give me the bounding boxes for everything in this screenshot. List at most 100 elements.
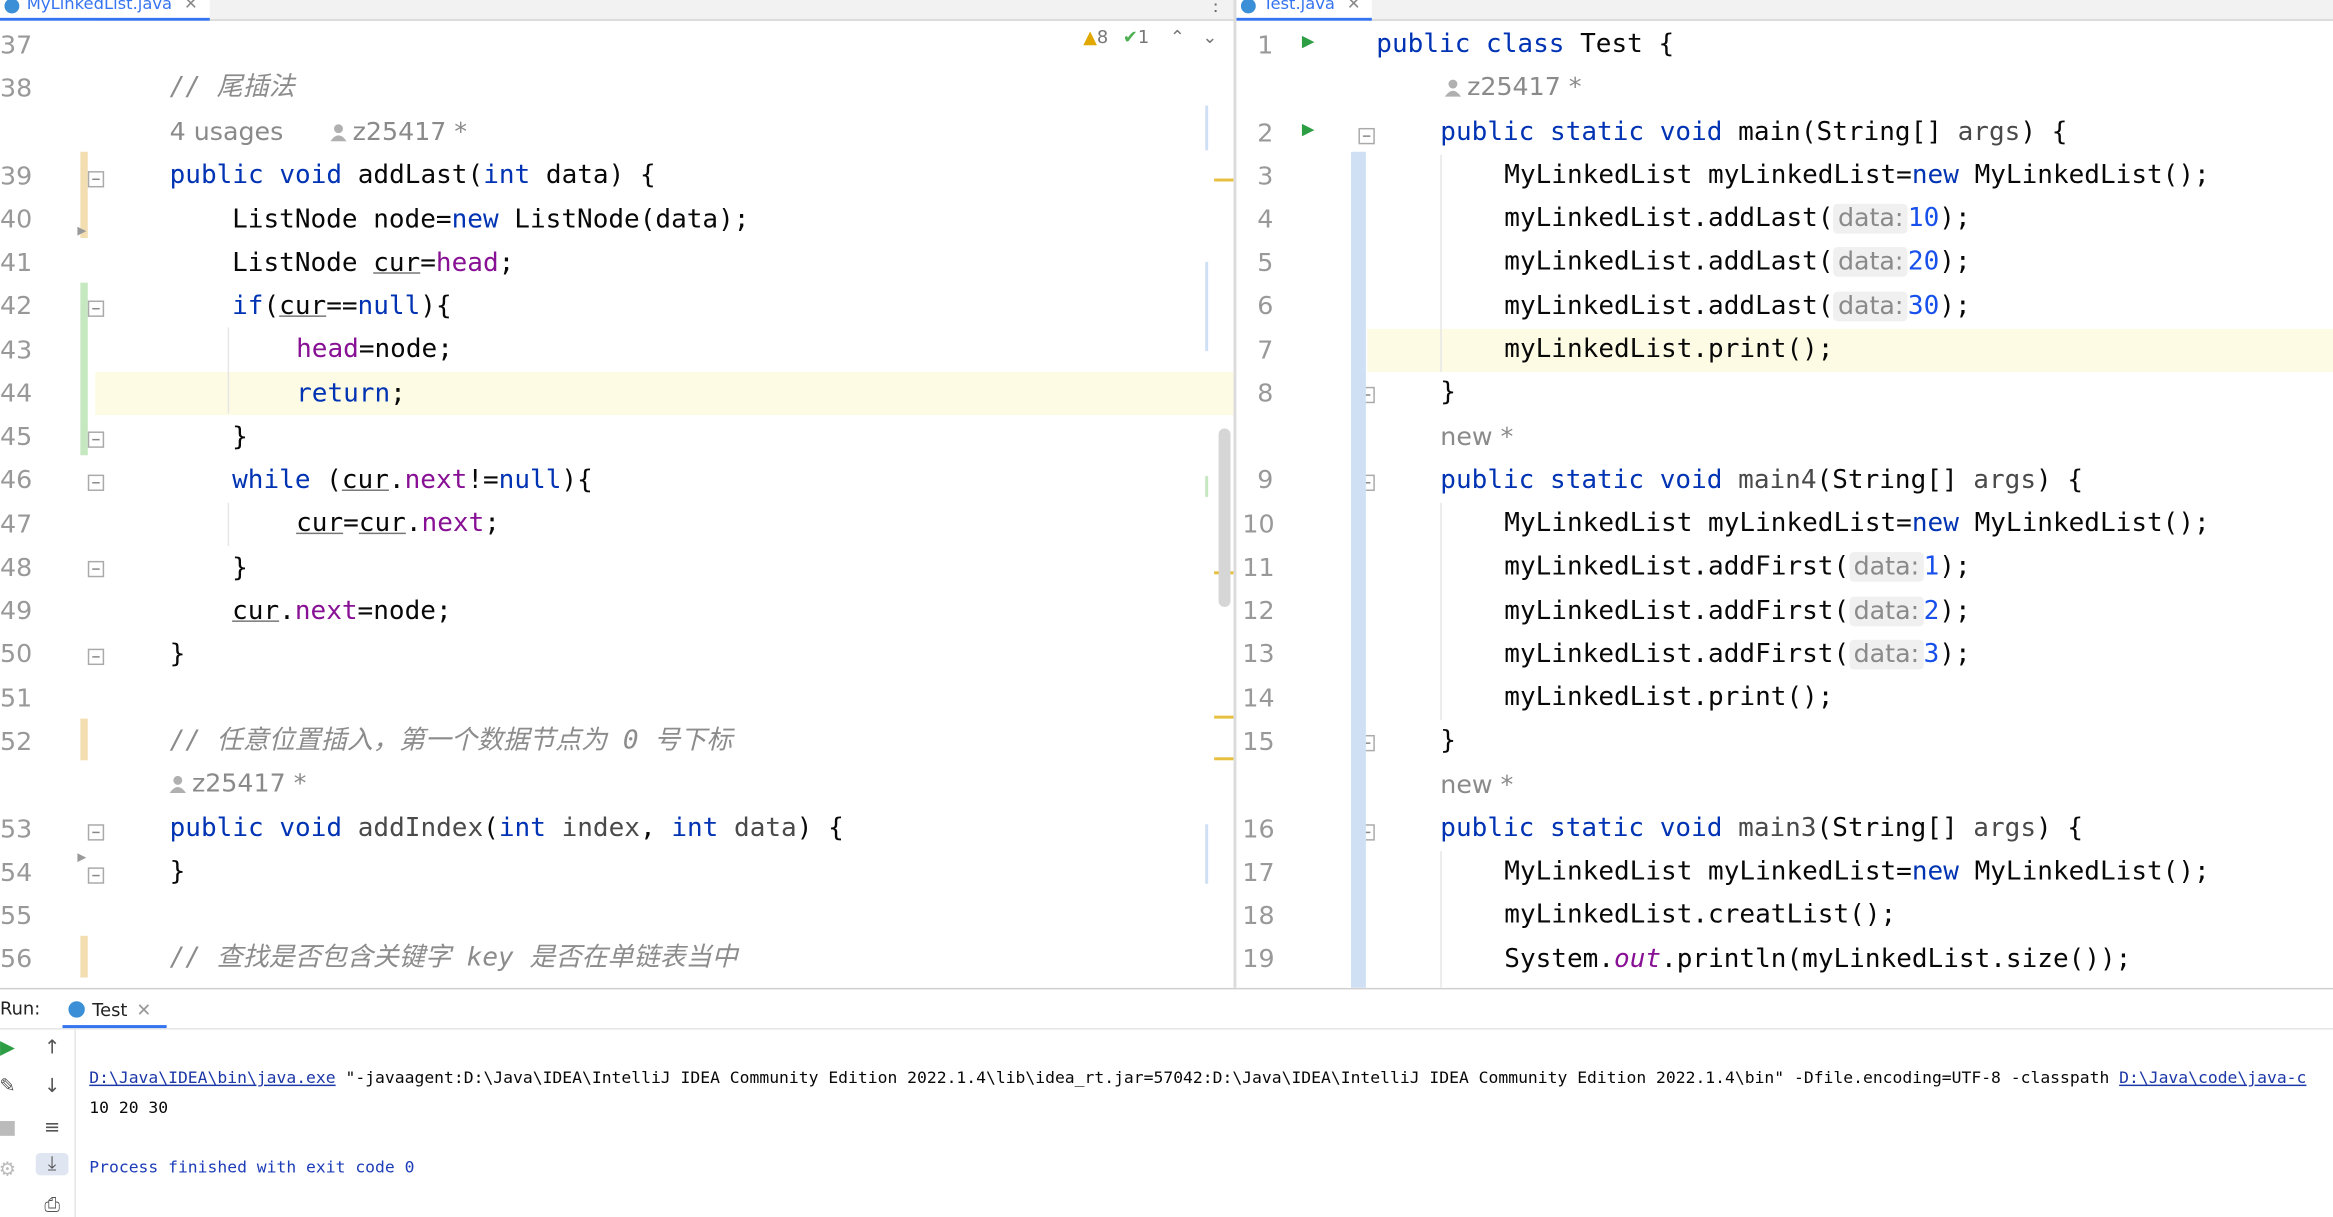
run-class-icon[interactable]: ▶	[1302, 30, 1315, 54]
java-exe-link[interactable]: D:\Java\IDEA\bin\java.exe	[89, 1068, 335, 1087]
run-toolbar: ▶ ↑ ✎ ↓ ■ ≡ ⚙ ⤓ ⎙	[0, 1028, 76, 1217]
fold-icon[interactable]	[87, 824, 105, 841]
collapsed-arrow-icon[interactable]: ▶	[77, 850, 86, 866]
vertical-scrollbar[interactable]	[1218, 428, 1231, 608]
scroll-marker	[1214, 757, 1234, 761]
close-tab-icon[interactable]: ✕	[136, 1000, 151, 1021]
stop-icon[interactable]: ■	[0, 1117, 21, 1139]
fold-icon[interactable]	[87, 648, 105, 666]
ide-window: MyLinkedList.java ✕ ⋮ Test.java ✕ 37 38 39…	[0, 0, 2333, 1217]
scroll-to-end-icon[interactable]: ⤓	[35, 1153, 69, 1176]
prev-highlight-icon[interactable]: ⌃	[1170, 27, 1185, 48]
user-icon	[330, 124, 347, 142]
code-line-41: ListNode cur=head;	[232, 248, 515, 279]
usages-hint[interactable]: 4 usages z25417 *	[170, 112, 467, 155]
inspection-widget[interactable]: ▲8 ✔1 ⌃ ⌄	[1083, 27, 1217, 48]
param-hint: data:	[1833, 203, 1908, 234]
fold-icon[interactable]	[87, 560, 105, 578]
code-area[interactable]: public class Test { z25417 * public stat…	[1376, 21, 2328, 988]
left-editor[interactable]: 37 38 39 40 41 42 43 44 45 46 47 48 49 5…	[0, 20, 1234, 988]
code-line-44: return;	[296, 379, 406, 410]
console-output[interactable]: D:\Java\IDEA\bin\java.exe "-javaagent:D:…	[89, 1034, 2306, 1183]
fold-icon[interactable]	[87, 867, 105, 884]
close-tab-icon[interactable]: ✕	[184, 0, 198, 13]
next-highlight-icon[interactable]: ⌄	[1202, 27, 1217, 48]
fold-icon[interactable]	[87, 431, 105, 448]
run-tool-window: Run: Test ✕ ▶ ↑ ✎ ↓ ■ ≡ ⚙ ⤓ ⎙ D:\Java\IDE…	[0, 987, 2333, 1217]
code-line-6: myLinkedList.addLast(data: 30);	[1504, 291, 1971, 322]
vcs-stripe	[1351, 151, 1366, 988]
fold-icon[interactable]	[87, 171, 105, 188]
classpath-link[interactable]: D:\Java\code\java-c	[2119, 1068, 2306, 1087]
code-line-42: if(cur==null){	[232, 291, 452, 322]
fold-icon[interactable]	[87, 300, 105, 317]
tab-test[interactable]: Test.java ✕	[1236, 0, 1373, 21]
comment-find-key: // 查找是否包含关键字 key 是否在单链表当中	[169, 943, 738, 974]
method-signature-addlast: public void addLast(int data) {	[169, 160, 656, 191]
author-hint[interactable]: z25417 *	[169, 763, 306, 806]
code-line-17: MyLinkedList myLinkedList=new MyLinkedLi…	[1504, 856, 2210, 887]
code-line-10: MyLinkedList myLinkedList=new MyLinkedLi…	[1504, 508, 2210, 539]
more-tabs-icon[interactable]: ⋮	[1207, 0, 1225, 15]
param-hint: data:	[1849, 551, 1924, 582]
warning-icon: ▲	[1083, 26, 1097, 48]
code-line-46: while (cur.next!=null){	[232, 465, 593, 496]
class-declaration: public class Test {	[1376, 29, 1675, 60]
indent-guide	[1440, 851, 1442, 988]
code-area[interactable]: // 尾插法 4 usages z25417 * public void add…	[169, 21, 1212, 988]
right-gutter: 1 2 3 4 5 6 7 8 9 10 11 12 13 14 15 16 1…	[1236, 20, 1368, 988]
param-hint: data:	[1833, 246, 1908, 277]
fold-icon[interactable]	[87, 474, 105, 491]
scroll-marker	[1214, 178, 1234, 182]
java-class-icon	[4, 0, 20, 14]
code-line-15: }	[1440, 726, 1456, 756]
scroll-marker	[1214, 715, 1234, 719]
code-line-45: }	[232, 422, 248, 453]
code-line-54: }	[169, 856, 186, 887]
code-line-14: myLinkedList.print();	[1504, 682, 1834, 713]
right-editor[interactable]: 1 2 3 4 5 6 7 8 9 10 11 12 13 14 15 16 1…	[1236, 20, 2333, 988]
code-line-12: myLinkedList.addFirst(data: 2);	[1504, 596, 1971, 627]
user-icon	[1444, 79, 1462, 97]
code-line-40: ListNode node=new ListNode(data);	[232, 205, 750, 236]
code-line-19: System.out.println(myLinkedList.size());	[1504, 944, 2132, 975]
scroll-down-icon[interactable]: ↓	[39, 1076, 66, 1098]
comment-tail-insert: // 尾插法	[169, 72, 295, 103]
collapsed-arrow-icon[interactable]: ▶	[77, 223, 86, 239]
fold-icon[interactable]	[1358, 127, 1375, 145]
java-class-icon	[1240, 0, 1256, 14]
code-line-43: head=node;	[296, 334, 453, 365]
code-line-49: cur.next=node;	[232, 596, 452, 627]
main4-signature: public static void main4(String[] args) …	[1440, 465, 2084, 496]
change-marker	[80, 935, 88, 978]
param-hint: data:	[1849, 639, 1924, 670]
author-hint[interactable]: z25417 *	[1444, 67, 1582, 110]
code-line-18: myLinkedList.creatList();	[1504, 900, 1897, 930]
print-icon[interactable]: ⎙	[39, 1195, 66, 1217]
code-line-13: myLinkedList.addFirst(data: 3);	[1504, 639, 1971, 670]
indent-guide	[1440, 154, 1442, 372]
code-line-5: myLinkedList.addLast(data: 20);	[1504, 246, 1971, 277]
method-signature-addindex: public void addIndex(int index, int data…	[169, 813, 844, 844]
close-tab-icon[interactable]: ✕	[1347, 0, 1361, 13]
scroll-up-icon[interactable]: ↑	[39, 1037, 66, 1059]
new-hint[interactable]: new *	[1440, 765, 1513, 808]
new-hint[interactable]: new *	[1440, 417, 1513, 460]
run-main-icon[interactable]: ▶	[1302, 118, 1315, 142]
left-tab-strip: MyLinkedList.java ✕ ⋮	[0, 0, 1234, 21]
soft-wrap-icon[interactable]: ≡	[39, 1117, 66, 1139]
run-tool-header: Run: Test ✕	[0, 989, 2333, 1030]
added-marker	[80, 282, 88, 456]
code-line-8: }	[1440, 377, 1456, 408]
tab-mylinkedlist[interactable]: MyLinkedList.java ✕	[0, 0, 210, 21]
code-line-7: myLinkedList.print();	[1504, 334, 1834, 365]
settings-wrench-icon[interactable]: ✎	[0, 1076, 21, 1098]
main3-signature: public static void main3(String[] args) …	[1440, 813, 2084, 844]
change-marker	[80, 718, 88, 761]
code-line-3: MyLinkedList myLinkedList=new MyLinkedLi…	[1504, 160, 2210, 191]
rerun-icon[interactable]: ▶	[0, 1037, 21, 1059]
settings-gear-icon[interactable]: ⚙	[0, 1159, 21, 1181]
code-line-4: myLinkedList.addLast(data: 10);	[1504, 203, 1971, 234]
run-tab-test[interactable]: Test ✕	[62, 989, 167, 1029]
code-line-47: cur=cur.next;	[296, 508, 500, 539]
